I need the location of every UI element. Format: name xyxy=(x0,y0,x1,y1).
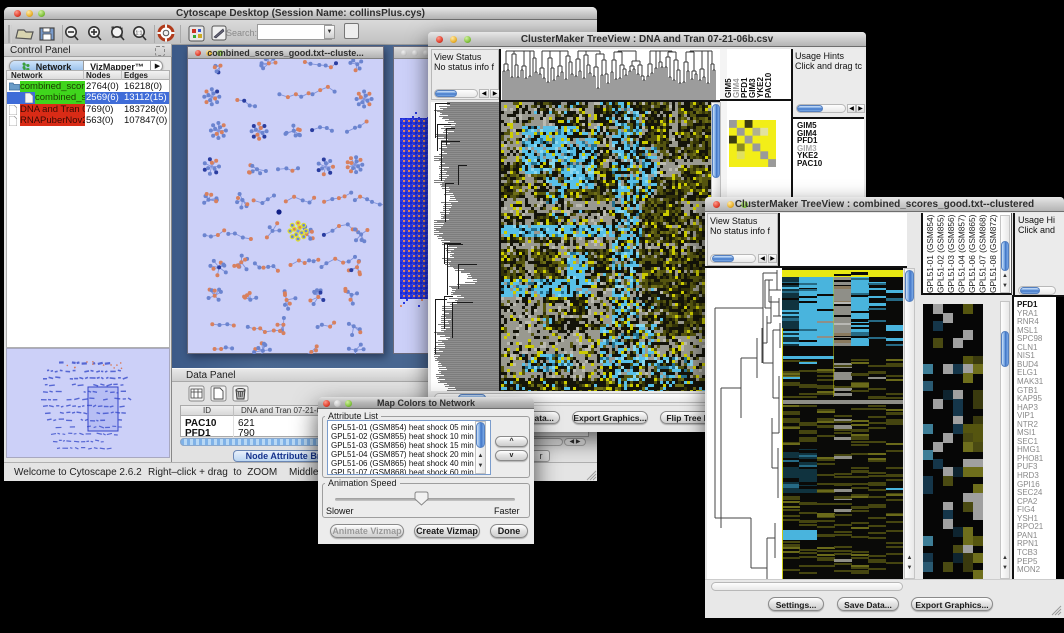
svg-text:GPL51-06 (GSM865): GPL51-06 (GSM865) xyxy=(967,214,977,293)
svg-text:GPL51-04 (GSM857): GPL51-04 (GSM857) xyxy=(957,214,967,293)
svg-text:GPL51-01 (GSM854): GPL51-01 (GSM854) xyxy=(925,214,935,293)
svg-text:GPL51-03 (GSM856): GPL51-03 (GSM856) xyxy=(946,214,956,293)
svg-text:GPL51-08 (GSM872): GPL51-08 (GSM872) xyxy=(988,214,998,293)
svg-text:PAC10: PAC10 xyxy=(764,72,773,98)
svg-text:1:1: 1:1 xyxy=(136,31,143,37)
svg-text:GPL51-02 (GSM855): GPL51-02 (GSM855) xyxy=(936,214,946,293)
svg-text:GPL51-07 (GSM868): GPL51-07 (GSM868) xyxy=(978,214,988,293)
